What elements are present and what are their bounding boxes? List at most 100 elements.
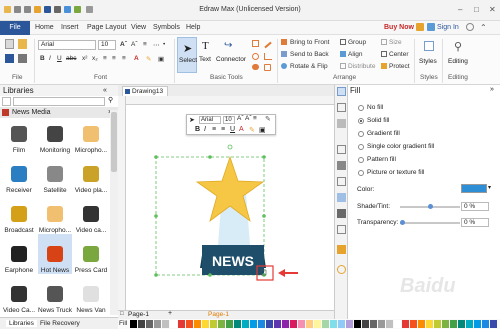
library-item[interactable]: Video Ca...	[2, 274, 36, 314]
palette-swatch[interactable]	[282, 320, 289, 328]
align-center-icon[interactable]: ≡	[112, 55, 116, 62]
pencil-tool-icon[interactable]	[264, 64, 271, 71]
shade-tint-slider[interactable]	[400, 204, 460, 209]
palette-swatch[interactable]	[290, 320, 297, 328]
palette-swatch[interactable]	[458, 320, 465, 328]
library-item[interactable]: Micropho...	[38, 194, 72, 234]
palette-swatch[interactable]	[130, 320, 137, 328]
palette-swatch[interactable]	[450, 320, 457, 328]
palette-swatch[interactable]	[354, 320, 361, 328]
font-size-select[interactable]: 10	[98, 40, 116, 50]
float-italic-button[interactable]: I	[204, 126, 206, 133]
help-icon[interactable]	[466, 23, 474, 31]
font-family-select[interactable]: Arial	[38, 40, 96, 50]
tab-drawing13[interactable]: Drawing13	[122, 86, 168, 96]
palette-swatch[interactable]	[186, 320, 193, 328]
palette-swatch[interactable]	[426, 320, 433, 328]
menu-help[interactable]: Help	[186, 24, 200, 31]
bring-to-front-button[interactable]: Bring to Front	[290, 39, 329, 46]
drawing-canvas[interactable]: NEWS	[126, 105, 334, 310]
library-item[interactable]: News Truck	[38, 274, 72, 314]
palette-swatch[interactable]	[146, 320, 153, 328]
palette-swatch[interactable]	[442, 320, 449, 328]
rectangle-tool-icon[interactable]	[252, 40, 259, 47]
palette-swatch[interactable]	[170, 320, 177, 328]
align-text-icon[interactable]: ≡	[143, 41, 147, 48]
menu-insert[interactable]: Insert	[61, 24, 79, 31]
align-left-icon[interactable]: ≡	[103, 55, 107, 62]
shrink-font-icon[interactable]: Aˇ	[131, 41, 138, 48]
shade-tint-knob[interactable]	[428, 204, 433, 209]
palette-swatch[interactable]	[362, 320, 369, 328]
menu-view[interactable]: View	[131, 24, 146, 31]
library-item[interactable]: Video pla...	[74, 154, 108, 194]
palette-swatch[interactable]	[482, 320, 489, 328]
palette-swatch[interactable]	[250, 320, 257, 328]
print-file-icon[interactable]	[18, 54, 27, 63]
radio-button[interactable]	[358, 144, 364, 150]
radio-button[interactable]	[358, 105, 364, 111]
tab-file-recovery[interactable]: File Recovery	[40, 320, 80, 327]
float-shrink-font[interactable]: Aˇ	[245, 115, 252, 122]
palette-swatch[interactable]	[434, 320, 441, 328]
rotate-flip-button[interactable]: Rotate & Flip	[290, 63, 328, 70]
new-file-icon[interactable]	[5, 39, 14, 49]
search-icon[interactable]: ⚲	[108, 96, 113, 104]
comments-panel-icon[interactable]	[337, 245, 346, 254]
palette-swatch[interactable]	[298, 320, 305, 328]
palette-swatch[interactable]	[258, 320, 265, 328]
library-item[interactable]: Film	[2, 122, 36, 154]
float-font-color-button[interactable]: A	[239, 126, 244, 133]
library-item[interactable]: Receiver	[2, 154, 36, 194]
palette-swatch[interactable]	[386, 320, 393, 328]
bold-button[interactable]: B	[40, 55, 45, 62]
palette-swatch[interactable]	[202, 320, 209, 328]
tab-libraries[interactable]: Libraries	[6, 320, 37, 327]
library-item[interactable]: Press Card	[74, 234, 108, 274]
help-panel-icon[interactable]	[337, 265, 346, 274]
news-shape[interactable]: NEWS	[126, 105, 334, 310]
hyperlink-panel-icon[interactable]	[337, 225, 346, 234]
select-tool-button[interactable]: ➤ Select	[177, 37, 197, 73]
shadow-panel-icon[interactable]	[337, 119, 346, 128]
data-panel-icon[interactable]	[337, 177, 346, 186]
library-item[interactable]: Micropho...	[74, 122, 108, 154]
fill-panel-close-icon[interactable]: »	[490, 86, 494, 93]
palette-swatch[interactable]	[474, 320, 481, 328]
library-item[interactable]: Broadcast	[2, 194, 36, 234]
radio-button[interactable]	[358, 157, 364, 163]
line-tool-icon[interactable]	[264, 41, 272, 49]
color-dropdown-icon[interactable]: ▾	[488, 184, 491, 191]
palette-swatch[interactable]	[306, 320, 313, 328]
send-to-back-button[interactable]: Send to Back	[290, 51, 329, 58]
fill-panel-icon[interactable]	[337, 87, 346, 96]
close-button[interactable]: ✕	[489, 5, 496, 14]
sign-in-link[interactable]: Sign In	[437, 24, 459, 31]
palette-swatch[interactable]	[234, 320, 241, 328]
radio-button[interactable]	[358, 118, 364, 124]
cart-icon[interactable]	[416, 23, 424, 31]
line-panel-icon[interactable]	[337, 103, 346, 112]
minimize-button[interactable]: –	[458, 5, 462, 14]
library-item[interactable]: Earphone	[2, 234, 36, 274]
page-tab-active[interactable]: Page-1	[208, 311, 229, 318]
palette-swatch[interactable]	[242, 320, 249, 328]
library-item[interactable]: Satellite	[38, 154, 72, 194]
library-item[interactable]: Video ca...	[74, 194, 108, 234]
scroll-thumb[interactable]	[111, 112, 117, 172]
shade-tint-value[interactable]: 0 %	[461, 202, 489, 211]
palette-swatch[interactable]	[178, 320, 185, 328]
menu-file[interactable]: File	[0, 21, 30, 35]
palette-swatch[interactable]	[394, 320, 401, 328]
float-bold-button[interactable]: B	[195, 126, 200, 133]
highlight-button[interactable]: ✎	[146, 55, 151, 63]
list-icon[interactable]: ⋯	[153, 41, 160, 49]
transparency-knob[interactable]	[400, 220, 405, 225]
group-button[interactable]: Group	[348, 39, 366, 46]
palette-swatch[interactable]	[346, 320, 353, 328]
share-icon[interactable]	[427, 23, 435, 31]
palette-swatch[interactable]	[274, 320, 281, 328]
styles-button[interactable]: Styles	[418, 37, 440, 73]
palette-swatch[interactable]	[138, 320, 145, 328]
transparency-value[interactable]: 0 %	[461, 218, 489, 227]
